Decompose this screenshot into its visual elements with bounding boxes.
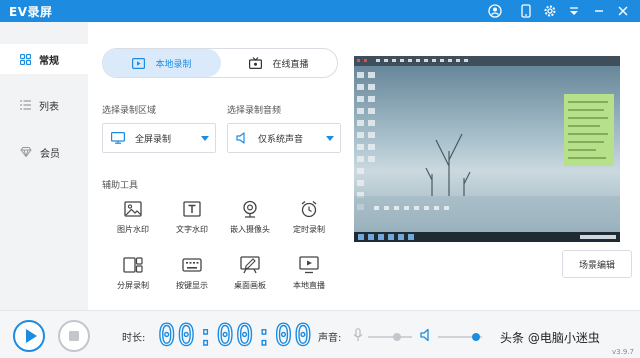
app-title: EV录屏 (9, 5, 53, 19)
title-bar: EV录屏 (0, 0, 640, 22)
mobile-icon[interactable] (518, 3, 534, 19)
audio-select[interactable]: 仅系统声音 (227, 123, 341, 153)
microphone-icon[interactable] (353, 328, 363, 345)
drawing-board-icon (240, 256, 260, 274)
sidebar-item-label: 会员 (40, 148, 60, 160)
recording-preview (354, 56, 620, 242)
speaker-icon (236, 132, 245, 144)
menu-down-icon[interactable] (566, 3, 582, 19)
tool-image-watermark[interactable]: 图片水印 (105, 198, 161, 244)
version-text: v3.9.7 (612, 348, 634, 356)
area-select-value: 全屏录制 (135, 134, 172, 145)
list-icon (20, 100, 31, 110)
area-label: 选择录制区域 (102, 106, 157, 116)
sidebar-item-list[interactable]: 列表 (0, 90, 88, 120)
sidebar-item-label: 常规 (39, 55, 59, 67)
tool-label: 图片水印 (117, 225, 149, 234)
tab-local-record[interactable]: 本地录制 (103, 49, 221, 77)
audio-label: 选择录制音频 (227, 106, 282, 116)
sidebar: 常规 列表 会员 (0, 22, 88, 310)
monitor-icon (111, 132, 125, 144)
system-volume-slider[interactable] (438, 333, 482, 341)
tool-label: 定时录制 (293, 225, 325, 234)
tools-label: 辅助工具 (102, 181, 139, 191)
chevron-down-icon (326, 136, 334, 141)
tool-label: 桌面画板 (234, 281, 266, 290)
tool-label: 分屏录制 (117, 281, 149, 290)
tab-live-stream[interactable]: 在线直播 (221, 49, 337, 77)
tool-local-live[interactable]: 本地直播 (281, 254, 337, 300)
record-mode-switch: 本地录制 在线直播 (102, 48, 338, 78)
tv-icon (299, 256, 319, 274)
user-icon[interactable] (487, 3, 503, 19)
stop-record-button[interactable] (58, 320, 90, 352)
minimize-icon[interactable] (591, 3, 607, 19)
split-screen-icon (123, 257, 143, 273)
volume-label: 声音: (318, 333, 342, 344)
slider-knob[interactable] (472, 333, 481, 341)
alarm-clock-icon (301, 201, 317, 218)
tool-key-display[interactable]: 按键显示 (164, 254, 220, 300)
image-icon (124, 201, 142, 217)
sidebar-item-member[interactable]: 会员 (0, 137, 88, 167)
settings-icon[interactable] (542, 3, 558, 19)
tool-scheduled-record[interactable]: 定时录制 (281, 198, 337, 244)
tool-webcam[interactable]: 嵌入摄像头 (222, 198, 278, 244)
keyboard-icon (182, 258, 202, 272)
live-tv-icon (249, 57, 263, 69)
area-select[interactable]: 全屏录制 (102, 123, 216, 153)
tool-desktop-board[interactable]: 桌面画板 (222, 254, 278, 300)
desktop-preview-image (354, 56, 620, 242)
tool-label: 文字水印 (176, 225, 208, 234)
start-record-button[interactable] (13, 320, 45, 352)
sidebar-item-general[interactable]: 常规 (0, 44, 88, 74)
audio-select-value: 仅系统声音 (258, 134, 304, 145)
chevron-down-icon (201, 136, 209, 141)
text-icon (183, 201, 201, 217)
slider-knob[interactable] (393, 333, 402, 341)
tool-text-watermark[interactable]: 文字水印 (164, 198, 220, 244)
close-icon[interactable] (615, 3, 631, 19)
diamond-icon (20, 147, 32, 157)
tool-label: 本地直播 (293, 281, 325, 290)
microphone-volume-slider[interactable] (368, 333, 412, 341)
main-panel: 本地录制 在线直播 选择录制区域 全屏录制 选择录制音频 仅系统声音 辅助工具 … (88, 22, 640, 310)
watermark-text: 头条 @电脑小迷虫 (500, 331, 600, 345)
tab-live-stream-label: 在线直播 (272, 59, 309, 70)
duration-timer: 00:00:00 (157, 318, 314, 352)
scene-edit-button[interactable]: 场景编辑 (562, 250, 632, 278)
tool-split-screen[interactable]: 分屏录制 (105, 254, 161, 300)
record-screen-icon (132, 57, 146, 69)
tab-local-record-label: 本地录制 (155, 59, 192, 70)
grid-icon (20, 53, 31, 65)
duration-label: 时长: (122, 333, 146, 344)
webcam-icon (243, 200, 257, 218)
tool-label: 按键显示 (176, 281, 208, 290)
sidebar-item-label: 列表 (39, 101, 59, 113)
speaker-icon[interactable] (420, 328, 432, 345)
bottom-control-bar: 时长: 00:00:00 声音: 头条 @电脑小迷虫 v3.9.7 (0, 310, 640, 358)
tool-label: 嵌入摄像头 (230, 225, 270, 234)
